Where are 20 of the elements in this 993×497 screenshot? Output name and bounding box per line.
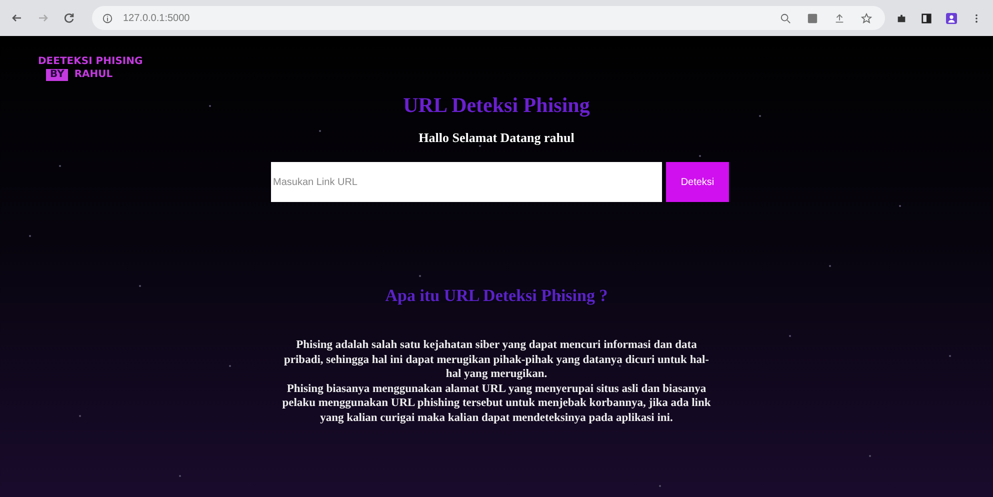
sidebar-icon[interactable] (921, 12, 932, 24)
url-input-field[interactable]: Masukan Link URL (271, 162, 662, 202)
star-icon[interactable] (861, 12, 872, 24)
detect-button[interactable]: Deteksi (666, 162, 729, 202)
reload-icon[interactable] (63, 12, 75, 24)
description-paragraph: Phising adalah salah satu kejahatan siber yang dapat mencuri informasi dan data pribadi, sehingga hal ini dapat merugikan pihak-pihak yang datanya dicuri untuk hal-hal yang merugikan. (282, 338, 710, 382)
profile-icon[interactable] (946, 12, 957, 24)
address-bar[interactable]: 127.0.0.1:5000 (92, 6, 885, 30)
section-heading: Apa itu URL Deteksi Phising ? (385, 286, 608, 306)
greeting-text: Hallo Selamat Datang rahul (418, 130, 574, 146)
page-title: URL Deteksi Phising (403, 92, 590, 118)
zoom-icon[interactable] (780, 12, 791, 24)
logo-text: DEETEKSI PHISING (38, 56, 143, 68)
back-icon[interactable] (11, 12, 23, 24)
logo-tag: BY (46, 69, 68, 81)
share-icon[interactable] (834, 12, 845, 24)
description-paragraph: Phising biasanya menggunakan alamat URL yang menyerupai situs asli dan biasanya pelaku menggunakan URL phishing tersebut untuk menjebak korbannya, jika ada link yang kalian curigai maka kalian dapat mendeteksinya pada aplikasi ini. (281, 382, 712, 425)
url-text: 127.0.0.1:5000 (123, 12, 190, 24)
info-icon (102, 12, 113, 24)
logo-name: RAHUL (74, 69, 113, 81)
